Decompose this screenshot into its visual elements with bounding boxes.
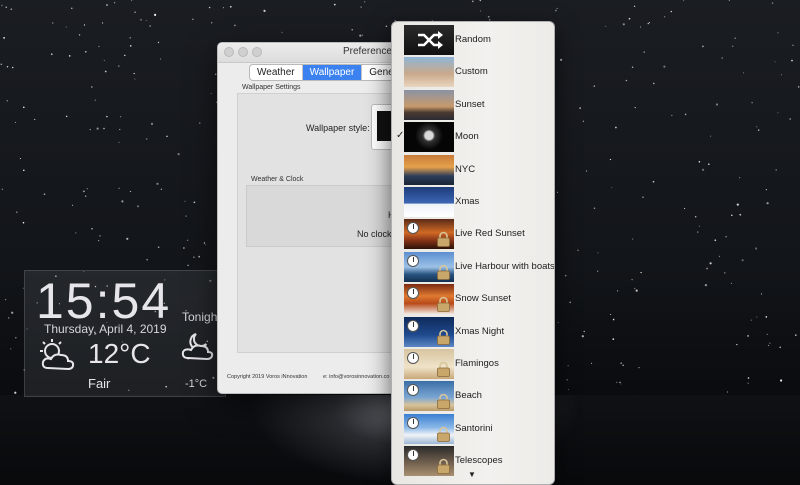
lock-icon — [437, 361, 450, 377]
menu-item-random[interactable]: Random — [392, 24, 554, 56]
menu-item-xmas-night[interactable]: Xmas Night — [392, 316, 554, 348]
clock-icon — [407, 384, 419, 397]
scroll-down-arrow-icon[interactable]: ▼ — [468, 470, 476, 479]
clock-icon — [407, 416, 419, 429]
menu-item-beach[interactable]: Beach — [392, 380, 554, 412]
wallpaper-thumbnail-beach — [404, 381, 454, 412]
wallpaper-style-label: Wallpaper style: — [306, 123, 370, 133]
wallpaper-thumbnail-flamingos — [404, 349, 454, 379]
lock-icon — [437, 458, 450, 475]
menu-item-live-red-sunset[interactable]: Live Red Sunset — [392, 218, 554, 250]
wallpaper-thumbnail-xmas — [404, 187, 454, 217]
wallpaper-thumbnail-custom — [404, 57, 454, 88]
wallpaper-thumbnail-moon — [404, 122, 454, 153]
lock-icon — [437, 426, 450, 442]
wallpaper-settings-label: Wallpaper Settings — [242, 84, 301, 91]
shuffle-icon — [418, 31, 443, 49]
partly-cloudy-sun-icon — [40, 339, 75, 371]
menu-item-label: Sunset — [455, 98, 485, 110]
menu-item-sunset[interactable]: Sunset — [392, 89, 554, 121]
wallpaper-thumbnail-harbour — [404, 251, 454, 282]
partly-cloudy-moon-icon — [181, 333, 214, 361]
widget-date: Thursday, April 4, 2019 — [44, 322, 167, 336]
menu-item-label: Flamingos — [455, 358, 499, 369]
clock-icon — [407, 352, 419, 364]
menu-item-live-harbour-with-boats[interactable]: Live Harbour with boats — [392, 251, 554, 283]
wallpaper-thumbnail-sunset — [404, 89, 454, 120]
preferences-window: Preferences Weather Wallpaper General Wa… — [217, 42, 409, 394]
menu-item-label: Live Red Sunset — [455, 228, 525, 240]
menu-item-label: Santorini — [455, 422, 493, 434]
menu-item-xmas[interactable]: Xmas — [392, 186, 554, 218]
widget-tonight-temp: -1°C — [185, 378, 208, 390]
copyright-text: Copyright 2019 Voros iNnovation — [227, 374, 308, 380]
lock-icon — [437, 264, 450, 280]
menu-item-snow-sunset[interactable]: Snow Sunset — [392, 283, 554, 315]
widget-temperature: 12°C — [88, 338, 151, 369]
wallpaper-thumbnail-random — [404, 25, 454, 55]
menu-item-nyc[interactable]: NYC — [392, 154, 554, 186]
wallpaper-thumbnail-xmas-night — [404, 316, 454, 347]
tab-weather[interactable]: Weather — [250, 65, 303, 80]
tab-bar: Weather Wallpaper General — [249, 64, 408, 81]
menu-item-label: Telescopes — [455, 455, 503, 467]
menu-item-label: Custom — [455, 66, 488, 78]
minimize-button[interactable] — [238, 47, 248, 57]
clock-icon — [407, 254, 419, 267]
menu-item-label: Live Harbour with boats — [455, 260, 555, 272]
clock-icon — [407, 319, 419, 332]
widget-condition: Fair — [88, 376, 111, 391]
close-button[interactable] — [224, 47, 234, 57]
menu-item-label: Moon — [455, 131, 479, 143]
menu-item-moon[interactable]: ✓ Moon — [392, 121, 554, 153]
menu-item-label: Xmas Night — [455, 325, 505, 337]
weather-clock-label: Weather & Clock — [251, 176, 304, 183]
wallpaper-style-menu: Random Custom Sunset ✓ Moon NYC Xmas Live Red S… — [391, 21, 555, 485]
wallpaper-thumbnail-telescopes — [404, 446, 454, 477]
clock-icon — [407, 287, 419, 300]
window-titlebar[interactable]: Preferences — [218, 43, 408, 63]
menu-item-custom[interactable]: Custom — [392, 56, 554, 88]
tab-wallpaper[interactable]: Wallpaper — [302, 65, 363, 80]
clock-icon — [407, 222, 419, 235]
window-title: Preferences — [343, 46, 397, 57]
wallpaper-thumbnail-nyc — [404, 154, 454, 185]
menu-item-label: Snow Sunset — [455, 293, 511, 305]
lock-icon — [437, 329, 450, 345]
zoom-button[interactable] — [252, 47, 262, 57]
menu-item-santorini[interactable]: Santorini — [392, 413, 554, 445]
wallpaper-thumbnail-red-sunset — [404, 219, 454, 250]
lock-icon — [437, 232, 450, 248]
lock-icon — [437, 394, 450, 410]
menu-item-label: NYC — [455, 163, 476, 175]
menu-item-flamingos[interactable]: Flamingos — [392, 348, 554, 380]
clock-icon — [407, 449, 419, 462]
menu-item-label: Beach — [455, 390, 482, 402]
widget-tonight-label: Tonight — [182, 310, 221, 324]
lock-icon — [437, 296, 450, 313]
contact-email[interactable]: e: info@vorosinnovation.co — [323, 374, 389, 380]
wallpaper-thumbnail-santorini — [404, 413, 454, 444]
wallpaper-thumbnail-snow-sunset — [404, 284, 454, 315]
menu-item-label: Random — [455, 34, 491, 45]
menu-item-label: Xmas — [455, 196, 480, 207]
